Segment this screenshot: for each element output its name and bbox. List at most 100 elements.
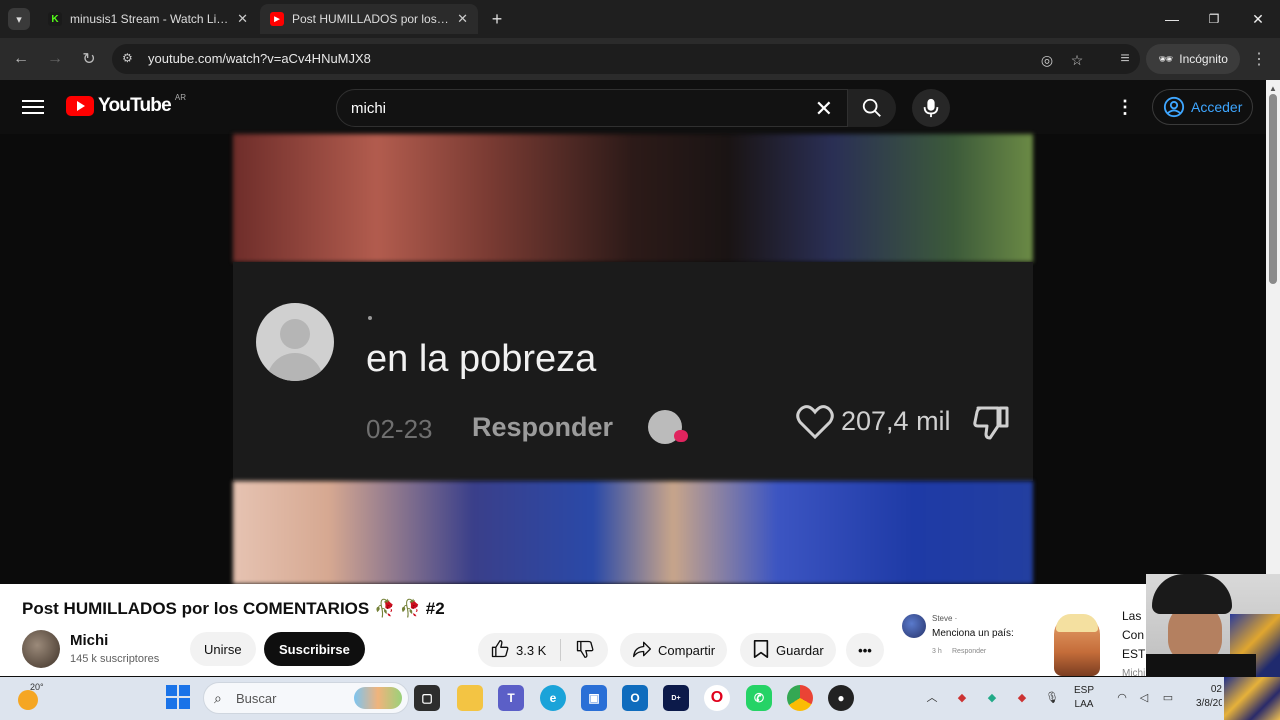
more-horizontal-icon: ••• bbox=[858, 642, 872, 658]
temperature: 20° bbox=[30, 682, 44, 692]
close-tab-icon[interactable]: ✕ bbox=[237, 11, 248, 27]
more-actions-button[interactable]: ••• bbox=[846, 633, 884, 667]
search-icon: ⌕ bbox=[214, 690, 222, 706]
snippet-thumbnail-hair bbox=[1056, 614, 1098, 632]
settings-more-icon[interactable]: ⋮ bbox=[1116, 97, 1134, 118]
task-view-icon[interactable]: ▢ bbox=[414, 685, 440, 711]
opera-icon[interactable]: O bbox=[704, 685, 730, 711]
eye-off-icon[interactable]: ◎ bbox=[1038, 51, 1056, 69]
tray-app-icon[interactable]: ◆ bbox=[954, 689, 970, 705]
media-controls-icon[interactable]: ≡ bbox=[1114, 48, 1136, 70]
clock-date: 3/8/20 bbox=[1196, 698, 1222, 709]
windows-start-icon[interactable] bbox=[166, 685, 190, 709]
snippet-username: Steve · bbox=[932, 614, 958, 623]
input-language[interactable]: ESP LAA bbox=[1074, 684, 1094, 712]
comment-text: en la pobreza bbox=[366, 338, 597, 380]
forward-icon[interactable]: → bbox=[44, 48, 66, 70]
page-scrollbar[interactable]: ▲ bbox=[1266, 80, 1280, 585]
wifi-icon[interactable]: ◠ bbox=[1114, 689, 1130, 705]
hamburger-menu-icon[interactable] bbox=[22, 96, 44, 118]
store-icon[interactable]: ▣ bbox=[581, 685, 607, 711]
outlook-icon[interactable]: O bbox=[622, 685, 648, 711]
tab-youtube-video[interactable]: ▶ Post HUMILLADOS por los COM ✕ bbox=[260, 4, 478, 34]
restore-icon[interactable]: ❐ bbox=[1200, 8, 1228, 30]
join-button[interactable]: Unirse bbox=[190, 632, 256, 666]
signin-button[interactable]: Acceder bbox=[1152, 89, 1254, 125]
lang-layout: LAA bbox=[1074, 699, 1094, 710]
battery-icon[interactable]: ▭ bbox=[1160, 689, 1176, 705]
tab-minusis1-stream[interactable]: K minusis1 Stream - Watch Live o ✕ bbox=[38, 4, 258, 34]
search-highlight-image bbox=[354, 687, 402, 709]
weather-widget[interactable]: 20° bbox=[18, 682, 44, 710]
video-like-count[interactable]: 3.3 K bbox=[516, 643, 546, 658]
taskbar-search[interactable]: ⌕ Buscar bbox=[203, 682, 409, 714]
bookmark-star-icon[interactable]: ☆ bbox=[1068, 51, 1086, 69]
snippet-avatar bbox=[902, 614, 926, 638]
bookmark-icon bbox=[752, 639, 770, 662]
edge-icon[interactable]: e bbox=[540, 685, 566, 711]
close-tab-icon[interactable]: ✕ bbox=[457, 11, 468, 27]
youtube-logo[interactable]: YouTube AR bbox=[66, 92, 186, 117]
thumbs-up-icon[interactable] bbox=[490, 639, 510, 662]
incognito-badge[interactable]: 🕶 Incógnito bbox=[1146, 44, 1240, 74]
comment-avatar bbox=[256, 303, 334, 381]
comment-date: 02-23 bbox=[366, 414, 433, 444]
file-explorer-icon[interactable] bbox=[457, 685, 483, 711]
address-bar[interactable]: ⚙ youtube.com/watch?v=aCv4HNuMJX8 ◎ ☆ bbox=[112, 44, 1140, 74]
video-title: Post HUMILLADOS por los COMENTARIOS 🥀 🥀 … bbox=[22, 599, 445, 618]
reload-icon[interactable]: ↻ bbox=[78, 48, 100, 70]
save-button[interactable]: Guardar bbox=[740, 633, 836, 667]
new-tab-icon[interactable]: + bbox=[486, 8, 508, 30]
subscribe-button[interactable]: Suscribirse bbox=[264, 632, 365, 666]
site-info-icon[interactable]: ⚙ bbox=[122, 51, 138, 67]
rec-line: Las bbox=[1122, 609, 1142, 623]
comment-dislike-icon bbox=[972, 404, 1010, 445]
scrollbar-thumb[interactable] bbox=[1269, 94, 1277, 284]
comment-like-count: 207,4 mil bbox=[841, 406, 951, 436]
save-label: Guardar bbox=[776, 642, 824, 658]
blurred-video-region-bottom bbox=[233, 481, 1033, 584]
recommended-title-fragment[interactable]: Las Con EST Michi bbox=[1122, 607, 1145, 683]
system-clock[interactable]: 02 3/8/20 bbox=[1196, 683, 1222, 711]
chrome-icon[interactable] bbox=[787, 685, 813, 711]
tray-chevron-icon[interactable]: ︿ bbox=[924, 689, 940, 705]
close-window-icon[interactable]: ✕ bbox=[1244, 8, 1272, 30]
channel-name[interactable]: Michi bbox=[70, 632, 108, 649]
search-button[interactable] bbox=[848, 89, 896, 127]
url-text[interactable]: youtube.com/watch?v=aCv4HNuMJX8 bbox=[148, 51, 371, 66]
kick-icon: K bbox=[48, 12, 62, 26]
search-query[interactable]: michi bbox=[351, 100, 386, 117]
tab-title: minusis1 Stream - Watch Live o bbox=[70, 12, 230, 26]
whatsapp-icon[interactable]: ✆ bbox=[746, 685, 772, 711]
teams-icon[interactable]: T bbox=[498, 685, 524, 711]
comment-reply-label: Responder bbox=[472, 412, 614, 442]
webcam-background-poster bbox=[1224, 677, 1280, 720]
clear-search-icon[interactable]: ✕ bbox=[815, 96, 833, 122]
channel-avatar[interactable] bbox=[22, 630, 60, 668]
volume-icon[interactable]: ◁ bbox=[1136, 689, 1152, 705]
search-input[interactable]: michi ✕ bbox=[336, 89, 848, 127]
like-dislike-pill: 3.3 K bbox=[478, 633, 608, 667]
obs-icon[interactable]: ● bbox=[828, 685, 854, 711]
back-icon[interactable]: ← bbox=[10, 48, 32, 70]
tray-app-icon[interactable]: ◆ bbox=[1014, 689, 1030, 705]
tray-app-icon[interactable]: ◆ bbox=[984, 689, 1000, 705]
taskbar-search-label: Buscar bbox=[236, 691, 277, 706]
incognito-label: Incógnito bbox=[1179, 52, 1228, 66]
tab-title: Post HUMILLADOS por los COM bbox=[292, 12, 449, 26]
youtube-header: YouTube AR michi ✕ ⋮ Acceder bbox=[0, 80, 1266, 134]
voice-search-button[interactable] bbox=[912, 89, 950, 127]
browser-tab-bar: ▾ K minusis1 Stream - Watch Live o ✕ ▶ P… bbox=[0, 0, 1280, 38]
snippet-text: Menciona un país: bbox=[932, 628, 1014, 639]
share-button[interactable]: Compartir bbox=[620, 633, 728, 667]
tray-mic-icon[interactable]: 🎙 bbox=[1044, 689, 1060, 705]
tab-search-chevron-icon[interactable]: ▾ bbox=[8, 8, 30, 30]
disney-plus-icon[interactable]: D+ bbox=[663, 685, 689, 711]
minimize-icon[interactable]: — bbox=[1158, 8, 1186, 30]
clock-time: 02 bbox=[1210, 684, 1222, 695]
scroll-up-icon[interactable]: ▲ bbox=[1269, 84, 1277, 93]
country-code: AR bbox=[174, 92, 186, 102]
browser-menu-icon[interactable]: ⋮ bbox=[1248, 48, 1270, 70]
snippet-reply: Responder bbox=[952, 648, 987, 655]
thumbs-down-icon[interactable] bbox=[575, 639, 595, 662]
